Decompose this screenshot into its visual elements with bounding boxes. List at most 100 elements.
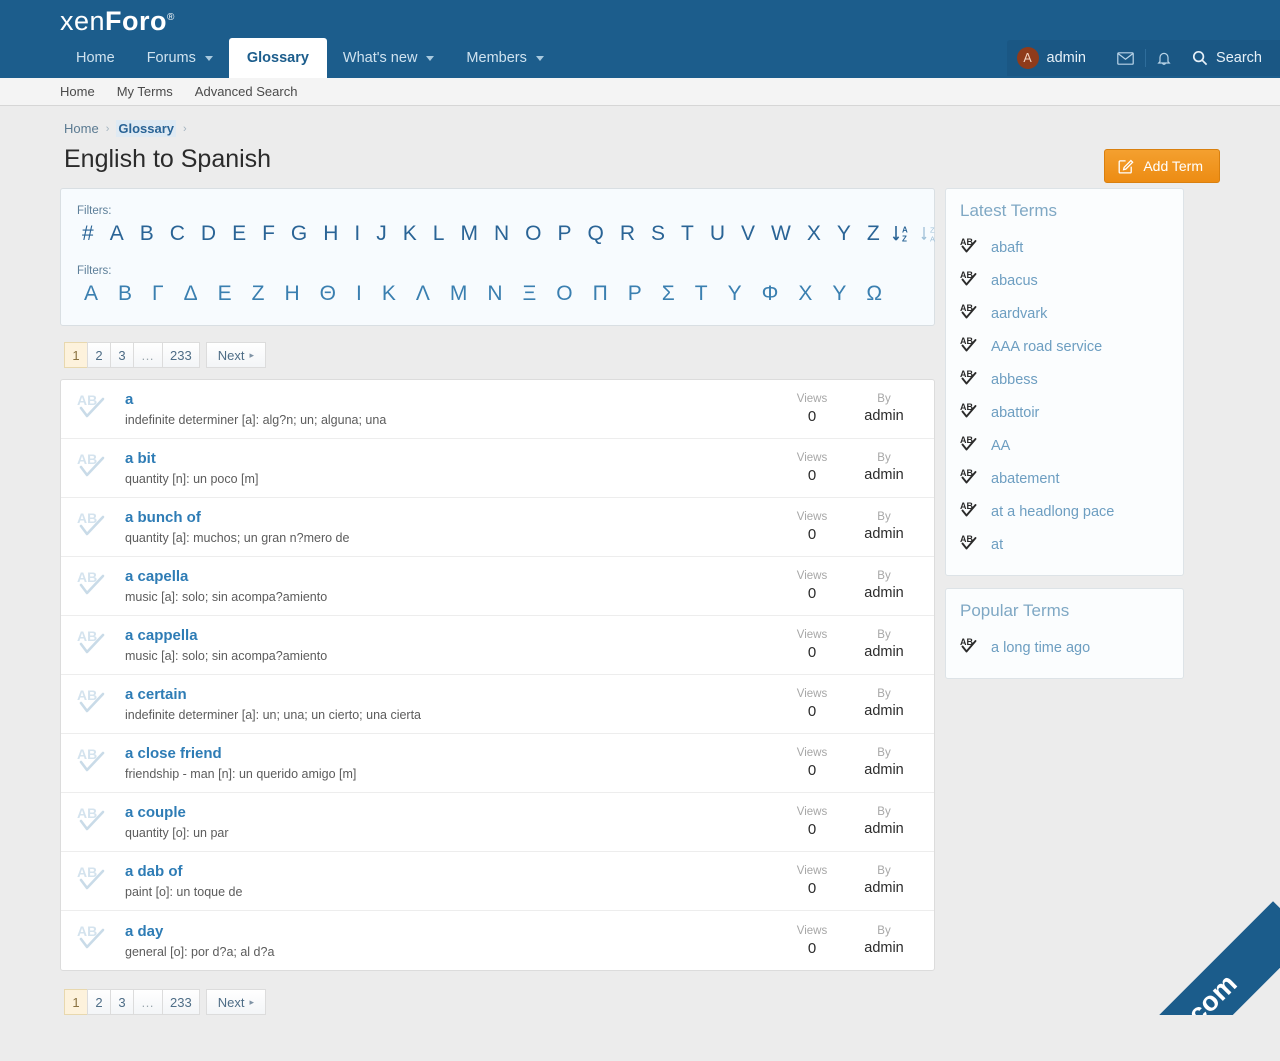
filter-letter-x[interactable]: X	[800, 221, 828, 247]
greek-filter-letter-16[interactable]: Ρ	[619, 281, 651, 307]
pagination-page-1[interactable]: 1	[64, 989, 88, 1016]
subnav-item-home[interactable]: Home	[60, 84, 95, 99]
term-title-link[interactable]: a close friend	[125, 745, 776, 764]
envelope-icon[interactable]	[1106, 51, 1145, 65]
filter-letter-t[interactable]: T	[674, 221, 701, 247]
pagination-page-2[interactable]: 2	[87, 989, 111, 1016]
sort-alpha-asc-icon[interactable]: A Z	[889, 223, 915, 245]
latest-term-item[interactable]: AB abattoir	[960, 396, 1169, 429]
author-name[interactable]: admin	[848, 761, 920, 780]
latest-term-item[interactable]: AB at	[960, 528, 1169, 561]
greek-filter-letter-23[interactable]: Ω	[857, 281, 891, 307]
filter-letter-j[interactable]: J	[369, 221, 394, 247]
greek-filter-letter-19[interactable]: Υ	[719, 281, 751, 307]
filter-letter-r[interactable]: R	[613, 221, 642, 247]
filter-letter-m[interactable]: M	[453, 221, 485, 247]
term-title-link[interactable]: a certain	[125, 686, 776, 705]
filter-letter-q[interactable]: Q	[581, 221, 611, 247]
term-row[interactable]: AB a indefinite determiner [a]: alg?n; un;…	[61, 380, 934, 440]
nav-item-glossary[interactable]: Glossary	[228, 38, 327, 78]
latest-term-item[interactable]: AB at a headlong pace	[960, 495, 1169, 528]
greek-filter-letter-12[interactable]: Ν	[478, 281, 511, 307]
greek-filter-letter-8[interactable]: Ι	[347, 281, 371, 307]
greek-filter-letter-6[interactable]: Η	[275, 281, 308, 307]
author-name[interactable]: admin	[848, 702, 920, 721]
subnav-item-my-terms[interactable]: My Terms	[117, 84, 173, 99]
filter-letter-k[interactable]: K	[396, 221, 424, 247]
pagination-page-3[interactable]: 3	[110, 342, 134, 369]
term-row[interactable]: AB a couple quantity [o]: un par Views 0 By ad…	[61, 793, 934, 853]
greek-filter-letter-7[interactable]: Θ	[311, 281, 345, 307]
greek-filter-letter-11[interactable]: Μ	[441, 281, 477, 307]
author-name[interactable]: admin	[848, 466, 920, 485]
filter-letter-f[interactable]: F	[255, 221, 282, 247]
greek-filter-letter-21[interactable]: Χ	[789, 281, 821, 307]
latest-term-item[interactable]: AB aardvark	[960, 297, 1169, 330]
nav-item-home[interactable]: Home	[60, 39, 131, 78]
subnav-item-advanced-search[interactable]: Advanced Search	[195, 84, 298, 99]
author-name[interactable]: admin	[848, 584, 920, 603]
site-logo[interactable]: xenForo®	[60, 6, 175, 37]
latest-term-item[interactable]: AB abacus	[960, 264, 1169, 297]
term-title-link[interactable]: a dab of	[125, 863, 776, 882]
greek-filter-letter-5[interactable]: Ζ	[243, 281, 274, 307]
term-row[interactable]: AB a day general [o]: por d?a; al d?a Views…	[61, 911, 934, 970]
greek-filter-letter-3[interactable]: Δ	[175, 281, 207, 307]
latest-term-item[interactable]: AB AA	[960, 429, 1169, 462]
term-title-link[interactable]: a day	[125, 923, 776, 942]
term-row[interactable]: AB a cappella music [a]: solo; sin acompa?…	[61, 616, 934, 676]
latest-term-item[interactable]: AB AAA road service	[960, 330, 1169, 363]
username-label[interactable]: admin	[1047, 50, 1087, 66]
filter-letter-w[interactable]: W	[764, 221, 798, 247]
nav-item-forums[interactable]: Forums	[131, 39, 229, 78]
term-title-link[interactable]: a couple	[125, 804, 776, 823]
pagination-page-233[interactable]: 233	[162, 989, 200, 1016]
pagination-page-233[interactable]: 233	[162, 342, 200, 369]
pagination-page-3[interactable]: 3	[110, 989, 134, 1016]
filter-letter-h[interactable]: H	[316, 221, 345, 247]
greek-filter-letter-1[interactable]: Β	[109, 281, 141, 307]
author-name[interactable]: admin	[848, 879, 920, 898]
greek-filter-letter-2[interactable]: Γ	[143, 281, 173, 307]
breadcrumb-item-home[interactable]: Home	[64, 121, 99, 136]
filter-letter-o[interactable]: O	[518, 221, 548, 247]
author-name[interactable]: admin	[848, 407, 920, 426]
nav-item-members[interactable]: Members	[450, 39, 559, 78]
term-row[interactable]: AB a capella music [a]: solo; sin acompa?a…	[61, 557, 934, 617]
author-name[interactable]: admin	[848, 643, 920, 662]
nav-item-whats-new[interactable]: What's new	[327, 39, 451, 78]
latest-term-item[interactable]: AB abbess	[960, 363, 1169, 396]
filter-letter-e[interactable]: E	[225, 221, 253, 247]
avatar[interactable]: A	[1016, 47, 1039, 69]
filter-letter-hash[interactable]: #	[75, 221, 101, 247]
pagination-page-2[interactable]: 2	[87, 342, 111, 369]
filter-letter-l[interactable]: L	[426, 221, 452, 247]
breadcrumb-item-glossary[interactable]: Glossary	[116, 120, 177, 137]
filter-letter-z[interactable]: Z	[860, 221, 887, 247]
pagination-page-1[interactable]: 1	[64, 342, 88, 369]
term-row[interactable]: AB a certain indefinite determiner [a]: un…	[61, 675, 934, 735]
popular-term-item[interactable]: AB a long time ago	[960, 631, 1169, 664]
greek-filter-letter-18[interactable]: Τ	[686, 281, 717, 307]
term-title-link[interactable]: a bit	[125, 450, 776, 469]
filter-letter-y[interactable]: Y	[830, 221, 858, 247]
greek-filter-letter-10[interactable]: Λ	[407, 281, 439, 307]
term-title-link[interactable]: a cappella	[125, 627, 776, 646]
author-name[interactable]: admin	[848, 939, 920, 958]
filter-letter-i[interactable]: I	[347, 221, 367, 247]
filter-letter-p[interactable]: P	[550, 221, 578, 247]
term-row[interactable]: AB a dab of paint [o]: un toque de Views 0 By…	[61, 852, 934, 912]
filter-letter-s[interactable]: S	[644, 221, 672, 247]
greek-filter-letter-22[interactable]: Υ	[823, 281, 855, 307]
search-button[interactable]: Search	[1178, 40, 1280, 76]
greek-filter-letter-20[interactable]: Φ	[753, 281, 788, 307]
pagination-next-button[interactable]: Next ▸	[205, 342, 266, 369]
term-row[interactable]: AB a bit quantity [n]: un poco [m] Views 0 By…	[61, 439, 934, 499]
term-title-link[interactable]: a capella	[125, 568, 776, 587]
greek-filter-letter-17[interactable]: Σ	[653, 281, 684, 307]
pagination-next-button[interactable]: Next ▸	[205, 989, 266, 1016]
greek-filter-letter-9[interactable]: Κ	[373, 281, 405, 307]
greek-filter-letter-13[interactable]: Ξ	[514, 281, 546, 307]
author-name[interactable]: admin	[848, 820, 920, 839]
greek-filter-letter-14[interactable]: Ο	[547, 281, 581, 307]
